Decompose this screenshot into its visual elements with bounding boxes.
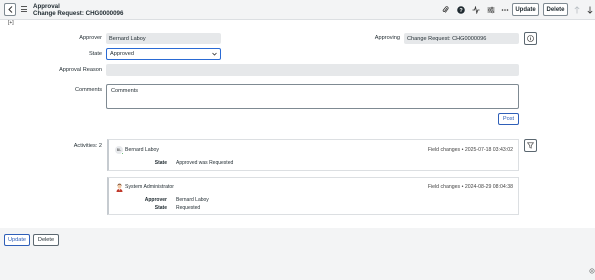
field-change-key: State [154,160,167,166]
more-options-icon[interactable] [500,5,509,14]
activity-author: System Administrator [125,184,175,190]
approver-field[interactable]: Bernard Laboy [106,33,221,44]
paperclip-icon[interactable] [441,5,450,14]
filter-icon [527,142,534,149]
delete-button[interactable]: Delete [543,3,568,16]
presence-indicator [121,152,124,155]
field-change-key: Approver [144,197,167,203]
settings-sliders-icon[interactable] [486,5,495,14]
state-label: State [88,51,102,57]
settings-gear-icon[interactable] [589,268,595,276]
state-select-value: Approved [110,51,134,57]
approving-label: Approving [374,35,400,41]
avatar [115,183,123,192]
form-header: Approval Change Request: CHG0000096 ? Up… [0,0,595,20]
activity-meta: Field changes • 2024-08-29 08:04:38 [427,184,513,190]
activity-filter-button[interactable] [524,139,537,152]
admin-avatar-icon [116,183,122,192]
info-icon [527,35,534,42]
arrow-down-icon[interactable] [585,5,594,14]
chevron-down-icon [212,52,217,56]
collapse-toggle[interactable]: [+] [8,20,14,26]
field-change-value: Requested [176,205,201,211]
approver-label: Approver [79,35,102,41]
comments-label: Comments [74,87,102,93]
footer-update-button[interactable]: Update [4,234,30,246]
activity-author: Bernard Laboy [125,147,160,153]
activity-entry: BL Bernard Laboy Field changes • 2025-07… [107,139,519,171]
footer-delete-button[interactable]: Delete [33,234,59,246]
field-change-value: Approved was Requested [176,160,234,166]
back-button[interactable] [4,3,16,16]
chevron-left-icon [7,6,12,13]
post-button[interactable]: Post [498,113,519,125]
update-button[interactable]: Update [512,3,539,16]
arrow-up-icon[interactable] [572,5,581,14]
field-change-value: Bernard Laboy [176,197,209,203]
footer-area [0,228,595,280]
help-icon[interactable]: ? [456,5,465,14]
approving-field[interactable]: Change Request: CHG0000096 [404,33,519,44]
approval-reason-label: Approval Reason [59,67,102,73]
activities-label: Activities: 2 [73,143,102,149]
hamburger-menu-icon[interactable] [21,6,27,12]
form-title: Approval [33,3,60,10]
reference-info-button[interactable] [524,32,537,45]
form-subtitle: Change Request: CHG0000096 [33,10,124,17]
approval-reason-field[interactable] [106,64,519,76]
state-select[interactable]: Approved [106,48,221,60]
activity-pulse-icon[interactable] [471,5,480,14]
field-change-key: State [154,205,167,211]
comments-placeholder: Comments [111,88,139,94]
activity-meta: Field changes • 2025-07-18 03:43:02 [427,147,513,153]
comments-textarea[interactable]: Comments [106,84,519,109]
activity-entry: System Administrator Field changes • 202… [107,177,519,215]
